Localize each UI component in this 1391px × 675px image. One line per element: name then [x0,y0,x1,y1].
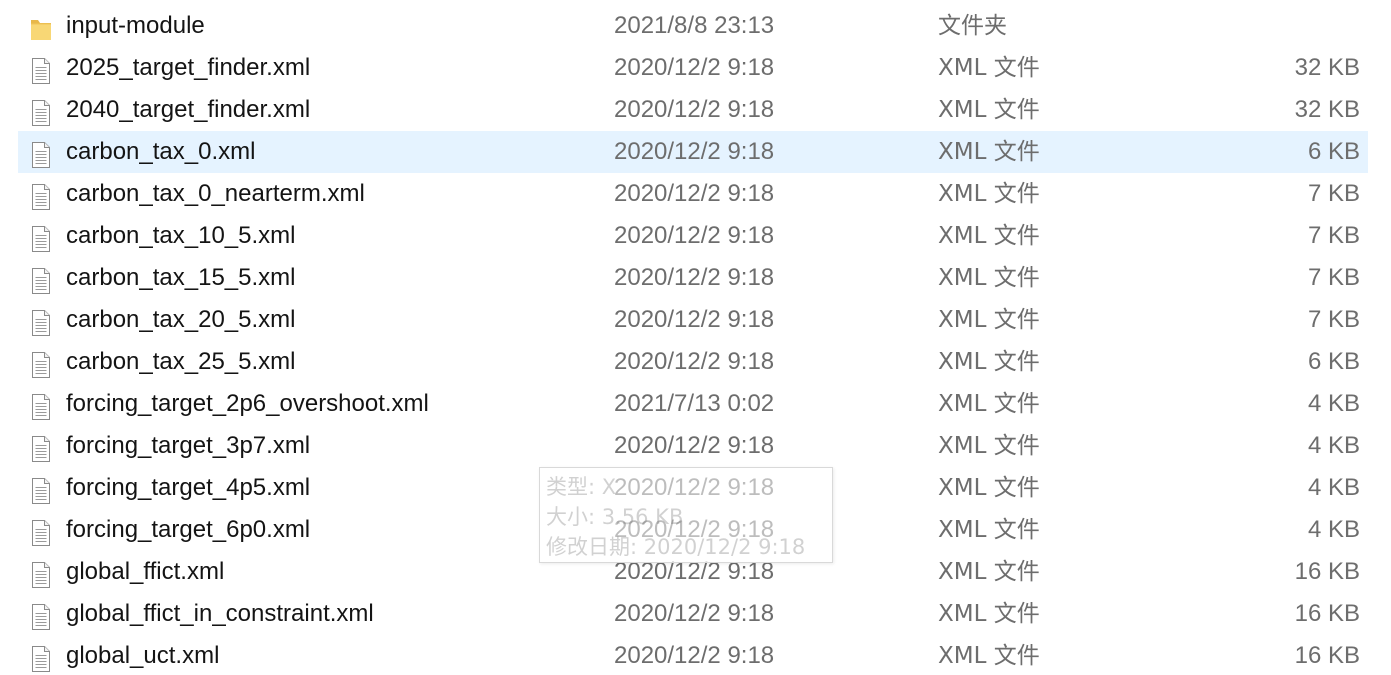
file-name: carbon_tax_10_5.xml [66,222,296,249]
file-row[interactable]: carbon_tax_10_5.xml 2020/12/2 9:18 XML 文件 7… [18,215,1368,257]
folder-icon [30,14,52,40]
file-row[interactable]: carbon_tax_0_nearterm.xml 2020/12/2 9:18 X… [18,173,1368,215]
file-type: XML 文件 [938,475,1040,501]
file-modified-date: 2020/12/2 9:18 [614,348,775,375]
xml-file-icon [30,140,52,168]
file-size: 7 KB [1307,306,1360,333]
file-size: 32 KB [1294,96,1360,123]
file-name: carbon_tax_0.xml [66,138,256,165]
file-modified-date: 2020/12/2 9:18 [614,96,775,123]
file-modified-date: 2020/12/2 9:18 [614,222,775,249]
file-size: 4 KB [1307,432,1360,459]
file-name: global_uct.xml [66,642,220,669]
file-list: input-module 2021/8/8 23:13 文件夹 2025_target… [18,5,1368,675]
file-size: 7 KB [1307,180,1360,207]
file-name: 2040_target_finder.xml [66,96,311,123]
file-modified-date: 2021/7/13 0:02 [614,390,775,417]
xml-file-icon [30,518,52,546]
xml-file-icon [30,602,52,630]
file-row[interactable]: forcing_target_4p5.xml 2020/12/2 9:18 XML … [18,467,1368,509]
file-type: XML 文件 [938,97,1040,123]
file-type: XML 文件 [938,307,1040,333]
file-type: XML 文件 [938,391,1040,417]
xml-file-icon [30,98,52,126]
file-row[interactable]: global_ffict_in_constraint.xml 2020/12/2 … [18,593,1368,635]
file-name: input-module [66,12,205,39]
file-row[interactable]: global_uct.xml 2020/12/2 9:18 XML 文件 16 KB [18,635,1368,675]
file-modified-date: 2020/12/2 9:18 [614,54,775,81]
file-modified-date: 2020/12/2 9:18 [614,180,775,207]
file-name: global_ffict.xml [66,558,225,585]
file-name: forcing_target_2p6_overshoot.xml [66,390,429,417]
file-size: 4 KB [1307,516,1360,543]
file-type: 文件夹 [938,13,1007,39]
file-size: 16 KB [1294,642,1360,669]
file-type: XML 文件 [938,139,1040,165]
file-size: 7 KB [1307,264,1360,291]
file-size: 16 KB [1294,558,1360,585]
file-size: 7 KB [1307,222,1360,249]
file-type: XML 文件 [938,55,1040,81]
xml-file-icon [30,56,52,84]
file-modified-date: 2020/12/2 9:18 [614,516,775,543]
file-modified-date: 2020/12/2 9:18 [614,138,775,165]
xml-file-icon [30,560,52,588]
file-size: 16 KB [1294,600,1360,627]
file-type: XML 文件 [938,349,1040,375]
xml-file-icon [30,392,52,420]
file-name: 2025_target_finder.xml [66,54,311,81]
file-row[interactable]: forcing_target_2p6_overshoot.xml 2021/7/1… [18,383,1368,425]
file-name: carbon_tax_15_5.xml [66,264,296,291]
file-name: carbon_tax_25_5.xml [66,348,296,375]
file-type: XML 文件 [938,265,1040,291]
file-row[interactable]: carbon_tax_15_5.xml 2020/12/2 9:18 XML 文件 7… [18,257,1368,299]
file-type: XML 文件 [938,433,1040,459]
file-modified-date: 2020/12/2 9:18 [614,264,775,291]
file-name: forcing_target_6p0.xml [66,516,311,543]
file-row[interactable]: input-module 2021/8/8 23:13 文件夹 [18,5,1368,47]
file-row[interactable]: carbon_tax_25_5.xml 2020/12/2 9:18 XML 文件 6… [18,341,1368,383]
file-name: forcing_target_4p5.xml [66,474,311,501]
file-row[interactable]: 2025_target_finder.xml 2020/12/2 9:18 XML … [18,47,1368,89]
xml-file-icon [30,182,52,210]
file-modified-date: 2020/12/2 9:18 [614,474,775,501]
xml-file-icon [30,350,52,378]
file-size: 6 KB [1307,348,1360,375]
file-name: carbon_tax_20_5.xml [66,306,296,333]
xml-file-icon [30,644,52,672]
file-type: XML 文件 [938,517,1040,543]
file-row[interactable]: carbon_tax_0.xml 2020/12/2 9:18 XML 文件 6 KB [18,131,1368,173]
file-modified-date: 2020/12/2 9:18 [614,558,775,585]
file-size: 4 KB [1307,390,1360,417]
xml-file-icon [30,308,52,336]
file-size: 4 KB [1307,474,1360,501]
file-modified-date: 2020/12/2 9:18 [614,306,775,333]
file-modified-date: 2020/12/2 9:18 [614,600,775,627]
file-type: XML 文件 [938,559,1040,585]
xml-file-icon [30,224,52,252]
file-name: forcing_target_3p7.xml [66,432,311,459]
file-modified-date: 2020/12/2 9:18 [614,642,775,669]
file-size: 6 KB [1307,138,1360,165]
file-row[interactable]: forcing_target_6p0.xml 2020/12/2 9:18 XML … [18,509,1368,551]
file-row[interactable]: global_ffict.xml 2020/12/2 9:18 XML 文件 16 K… [18,551,1368,593]
file-type: XML 文件 [938,601,1040,627]
file-type: XML 文件 [938,643,1040,669]
file-size: 32 KB [1294,54,1360,81]
file-type: XML 文件 [938,223,1040,249]
xml-file-icon [30,266,52,294]
file-row[interactable]: carbon_tax_20_5.xml 2020/12/2 9:18 XML 文件 7… [18,299,1368,341]
xml-file-icon [30,476,52,504]
file-modified-date: 2020/12/2 9:18 [614,432,775,459]
file-row[interactable]: forcing_target_3p7.xml 2020/12/2 9:18 XML … [18,425,1368,467]
file-row[interactable]: 2040_target_finder.xml 2020/12/2 9:18 XML … [18,89,1368,131]
file-name: carbon_tax_0_nearterm.xml [66,180,365,207]
file-modified-date: 2021/8/8 23:13 [614,12,775,39]
xml-file-icon [30,434,52,462]
file-name: global_ffict_in_constraint.xml [66,600,374,627]
file-type: XML 文件 [938,181,1040,207]
